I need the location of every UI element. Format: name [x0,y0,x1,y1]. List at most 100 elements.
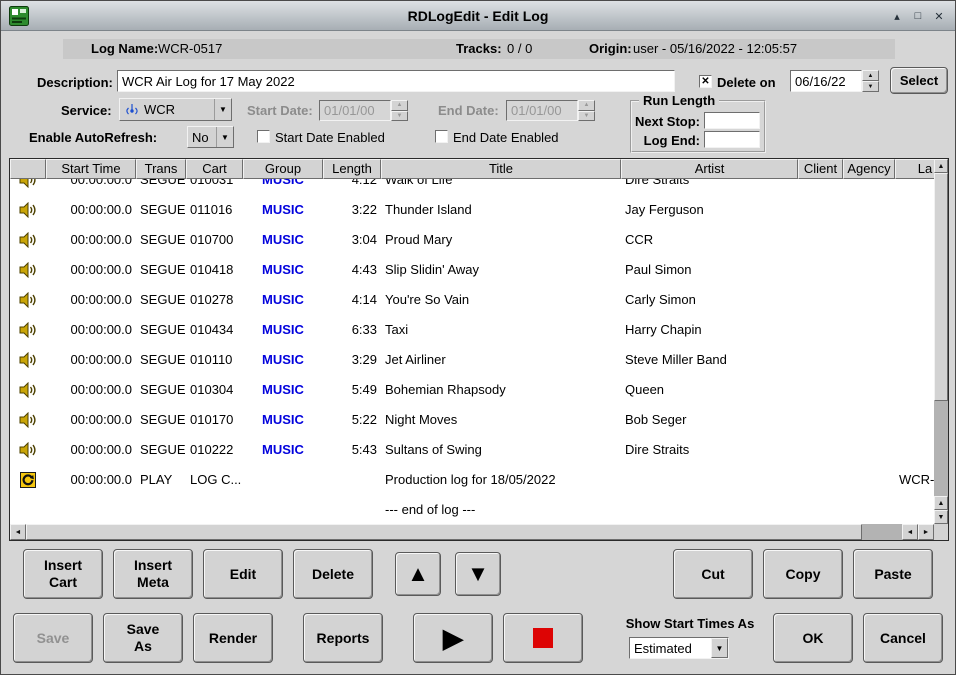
column-header-group[interactable]: Group [243,159,323,179]
close-button[interactable]: ✕ [931,8,947,24]
stop-button[interactable] [503,613,583,663]
ok-button[interactable]: OK [773,613,853,663]
column-header-start-time[interactable]: Start Time [46,159,136,179]
log-end-input[interactable] [704,131,760,148]
cell-trans: SEGUE [136,285,186,315]
end-date-enabled-checkbox[interactable] [435,130,448,143]
log-table-row[interactable]: 00:00:00.0 SEGUE 010418 MUSIC 4:43 Slip … [10,255,934,285]
move-up-button[interactable]: ▲ [395,552,441,596]
spinner-up-button[interactable]: ▲ [862,70,879,81]
service-label: Service: [61,103,112,118]
scroll-up-button-2[interactable]: ▲ [934,496,948,510]
log-table-row[interactable]: 00:00:00.0 PLAY LOG C... Production log … [10,465,934,495]
cell-title: Taxi [381,315,621,345]
speaker-icon-cell [10,195,46,225]
scroll-left-button-2[interactable]: ◄ [902,524,918,540]
insert-meta-button[interactable]: Insert Meta [113,549,193,599]
vertical-scrollbar-track[interactable] [934,173,948,496]
log-table-row[interactable]: 00:00:00.0 SEGUE 010031 MUSIC 4:12 Walk … [10,179,934,195]
log-name-label: Log Name: [91,41,158,56]
start-date-enabled-checkbox[interactable] [257,130,270,143]
delete-button[interactable]: Delete [293,549,373,599]
save-as-button[interactable]: Save As [103,613,183,663]
log-table-row[interactable]: 00:00:00.0 SEGUE 010278 MUSIC 4:14 You'r… [10,285,934,315]
column-header-agency[interactable]: Agency [843,159,895,179]
play-button[interactable]: ▶ [413,613,493,663]
move-down-button[interactable]: ▼ [455,552,501,596]
horizontal-scrollbar-thumb[interactable] [26,524,862,540]
edit-button[interactable]: Edit [203,549,283,599]
scroll-down-button[interactable]: ▼ [934,510,948,524]
horizontal-scrollbar-track[interactable] [26,524,902,540]
column-header-title[interactable]: Title [381,159,621,179]
log-table-row[interactable]: 00:00:00.0 SEGUE 010110 MUSIC 3:29 Jet A… [10,345,934,375]
titlebar[interactable]: RDLogEdit - Edit Log ▴ □ ✕ [1,1,955,31]
scroll-up-button[interactable]: ▲ [934,159,948,173]
log-table-row[interactable]: 00:00:00.0 SEGUE 010222 MUSIC 5:43 Sulta… [10,435,934,465]
column-header-client[interactable]: Client [798,159,843,179]
select-button[interactable]: Select [890,67,948,94]
column-header-artist[interactable]: Artist [621,159,798,179]
delete-date-input[interactable] [790,70,862,92]
cell-group: MUSIC [243,255,323,285]
log-end-label: Log End: [632,133,700,148]
paste-button[interactable]: Paste [853,549,933,599]
log-table-row[interactable]: 00:00:00.0 SEGUE 011016 MUSIC 3:22 Thund… [10,195,934,225]
service-value: WCR [144,102,175,117]
next-stop-input[interactable] [704,112,760,129]
log-table: Start Time Trans Cart Group Length Title… [9,158,949,541]
cell-length: 3:22 [323,195,381,225]
spinner-down-button[interactable]: ▼ [862,81,879,92]
log-table-row[interactable]: 00:00:00.0 SEGUE 010170 MUSIC 5:22 Night… [10,405,934,435]
chevron-down-icon: ▼ [711,638,728,658]
cell-start-time: 00:00:00.0 [46,255,136,285]
service-combobox[interactable]: WCR ▼ [119,98,232,121]
description-input[interactable] [117,70,675,92]
cell-label [895,255,934,285]
start-times-combobox[interactable]: Estimated ▼ [629,637,729,659]
column-header-length[interactable]: Length [323,159,381,179]
tracks-label: Tracks: [456,41,502,56]
chevron-down-icon: ▼ [214,99,231,120]
log-table-row[interactable]: 00:00:00.0 SEGUE 010700 MUSIC 3:04 Proud… [10,225,934,255]
scroll-up-icon: ▲ [938,500,945,507]
horizontal-scrollbar[interactable]: ◄ ◄ ► [10,524,934,540]
log-table-row[interactable]: --- end of log --- [10,495,934,524]
cell-group: MUSIC [243,375,323,405]
delete-on-checkbox[interactable]: ✕ [699,75,712,88]
shade-button[interactable]: ▴ [889,8,905,24]
log-table-row[interactable]: 00:00:00.0 SEGUE 010304 MUSIC 5:49 Bohem… [10,375,934,405]
cut-button[interactable]: Cut [673,549,753,599]
cell-title: Bohemian Rhapsody [381,375,621,405]
cell-cart: 010170 [186,405,243,435]
column-header-trans[interactable]: Trans [136,159,186,179]
column-header-icon[interactable] [10,159,46,179]
copy-button[interactable]: Copy [763,549,843,599]
cell-label: WCR- [895,465,934,495]
vertical-scrollbar-thumb[interactable] [934,173,948,401]
reports-button[interactable]: Reports [303,613,383,663]
tracks-value: 0 / 0 [507,41,532,56]
column-header-label[interactable]: La [895,159,934,179]
log-table-row[interactable]: 00:00:00.0 SEGUE 010434 MUSIC 6:33 Taxi … [10,315,934,345]
start-date-input [319,100,391,121]
autorefresh-label: Enable AutoRefresh: [29,130,157,145]
spinner-up-icon: ▲ [584,102,590,108]
cell-trans: SEGUE [136,179,186,195]
render-button[interactable]: Render [193,613,273,663]
scroll-right-button[interactable]: ► [918,524,934,540]
cell-cart: LOG C... [186,465,243,495]
cell-length: 3:29 [323,345,381,375]
cell-trans: PLAY [136,465,186,495]
cell-group: MUSIC [243,285,323,315]
cancel-button[interactable]: Cancel [863,613,943,663]
cell-cart: 010031 [186,179,243,195]
up-arrow-icon: ▲ [407,563,429,585]
column-header-cart[interactable]: Cart [186,159,243,179]
scroll-left-button[interactable]: ◄ [10,524,26,540]
vertical-scrollbar[interactable]: ▲ ▲ ▼ [934,159,948,524]
insert-cart-button[interactable]: Insert Cart [23,549,103,599]
maximize-button[interactable]: □ [910,8,926,24]
cell-client [798,179,843,195]
autorefresh-combobox[interactable]: No ▼ [187,126,234,148]
